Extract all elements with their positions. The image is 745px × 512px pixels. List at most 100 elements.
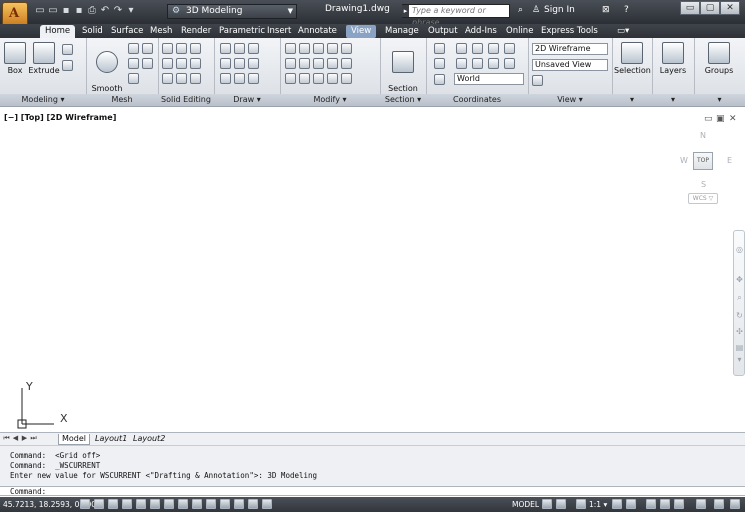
new-icon[interactable]: ▭	[35, 6, 45, 16]
ucs-view-icon[interactable]	[456, 58, 467, 69]
stretch-icon[interactable]	[341, 58, 352, 69]
trim-icon[interactable]	[327, 43, 338, 54]
thicken-icon[interactable]	[190, 58, 201, 69]
groups-button[interactable]: Groups	[698, 42, 740, 75]
snap-mode-icon[interactable]	[94, 499, 104, 509]
tab-express-tools[interactable]: Express Tools	[536, 25, 603, 38]
box-button[interactable]: Box	[2, 42, 28, 75]
mirror-icon[interactable]	[299, 73, 310, 84]
ucs-origin-icon[interactable]	[434, 58, 445, 69]
tab-manage[interactable]: Manage	[380, 25, 424, 38]
plot-icon[interactable]: ⎙	[87, 6, 97, 16]
tab-home[interactable]: Home	[40, 25, 76, 38]
extrude-button[interactable]: Extrude	[28, 42, 60, 75]
ucs-object-icon[interactable]	[504, 43, 515, 54]
annotation-visibility-icon[interactable]	[612, 499, 622, 509]
ortho-mode-icon[interactable]	[122, 499, 132, 509]
intersect-icon[interactable]	[190, 43, 201, 54]
3d-rotate-icon[interactable]	[313, 43, 324, 54]
close-button[interactable]: ✕	[720, 1, 740, 15]
redo-icon[interactable]: ↷	[113, 6, 123, 16]
tab-surface[interactable]: Surface	[106, 25, 148, 38]
construction-line-icon[interactable]	[234, 58, 245, 69]
imprint-icon[interactable]	[176, 73, 187, 84]
arc-icon[interactable]	[248, 43, 259, 54]
previous-layout-icon[interactable]: ◀	[12, 434, 19, 443]
zoom-icon[interactable]: ⌕	[735, 293, 744, 302]
join-icon[interactable]	[341, 73, 352, 84]
quick-properties-icon[interactable]	[248, 499, 258, 509]
viewport-config-icon[interactable]	[532, 75, 543, 86]
tab-render[interactable]: Render	[176, 25, 216, 38]
next-layout-icon[interactable]: ▶	[21, 434, 28, 443]
spline-icon[interactable]	[220, 58, 231, 69]
open-icon[interactable]: ▭	[48, 6, 58, 16]
infer-constraints-icon[interactable]	[80, 499, 90, 509]
polysolid-icon[interactable]	[62, 60, 73, 71]
selection-button[interactable]: Selection	[614, 42, 651, 75]
dynamic-input-icon[interactable]	[206, 499, 216, 509]
viewport-minimize-icon[interactable]: ▭	[704, 114, 713, 124]
offset-icon[interactable]	[327, 58, 338, 69]
command-line-input[interactable]: Command:	[0, 486, 745, 496]
quick-view-layouts-icon[interactable]	[542, 499, 552, 509]
compass-north[interactable]: N	[700, 131, 706, 140]
panel-title-modeling[interactable]: Modeling ▾	[0, 94, 86, 106]
showmotion-icon[interactable]: ✣	[735, 327, 744, 336]
minimize-button[interactable]: ▭	[680, 1, 700, 15]
separate-icon[interactable]	[190, 73, 201, 84]
status-bar-menu-icon[interactable]	[714, 499, 724, 509]
save-as-icon[interactable]: ▪	[74, 6, 84, 16]
3d-align-icon[interactable]	[299, 58, 310, 69]
explode-icon[interactable]	[313, 73, 324, 84]
panel-title-solid-editing[interactable]: Solid Editing ▾	[158, 94, 214, 116]
ucs-x-icon[interactable]	[472, 58, 483, 69]
mesh-refine-icon[interactable]	[142, 43, 153, 54]
navbar-menu-icon[interactable]: ▾	[735, 355, 744, 364]
panel-title-draw[interactable]: Draw ▾	[214, 94, 280, 106]
crease-icon[interactable]	[142, 58, 153, 69]
circle-icon[interactable]	[248, 58, 259, 69]
polyline-icon[interactable]	[234, 43, 245, 54]
ribbon-minimize-icon[interactable]: ▭▾	[612, 25, 634, 38]
tab-annotate[interactable]: Annotate	[293, 25, 342, 38]
isolate-objects-icon[interactable]	[696, 499, 706, 509]
panel-title-groups-expand[interactable]: ▾	[694, 94, 745, 106]
compass-south[interactable]: S	[701, 180, 706, 189]
ellipse-icon[interactable]	[248, 73, 259, 84]
panel-title-modify[interactable]: Modify ▾	[280, 94, 380, 106]
polar-tracking-icon[interactable]	[136, 499, 146, 509]
annotation-scale-icon[interactable]	[576, 499, 586, 509]
object-snap-tracking-icon[interactable]	[178, 499, 188, 509]
fillet-icon[interactable]	[341, 43, 352, 54]
search-toggle-icon[interactable]: ▸	[402, 5, 409, 17]
help-icon[interactable]: ?	[624, 5, 629, 15]
ucs-z-icon[interactable]	[504, 58, 515, 69]
ucs-previous-icon[interactable]	[472, 43, 483, 54]
workspace-switching-icon[interactable]	[646, 499, 656, 509]
navbar-settings-icon[interactable]: ▤	[735, 343, 744, 352]
smooth-object-button[interactable]: Smooth Object	[88, 42, 126, 102]
interfere-icon[interactable]	[162, 58, 173, 69]
tab-view[interactable]: View	[346, 25, 377, 38]
tab-online[interactable]: Online	[501, 25, 538, 38]
tab-mesh[interactable]: Mesh	[145, 25, 177, 38]
first-layout-icon[interactable]: ⏮	[3, 434, 10, 443]
viewport-controls-label[interactable]: [−] [Top] [2D Wireframe]	[4, 113, 116, 122]
panel-title-coordinates[interactable]: Coordinates	[426, 94, 528, 106]
3d-move-icon[interactable]	[299, 43, 310, 54]
hardware-acceleration-icon[interactable]	[674, 499, 684, 509]
save-icon[interactable]: ▪	[61, 6, 71, 16]
polygon-icon[interactable]	[220, 73, 231, 84]
panel-title-view[interactable]: View ▾	[528, 94, 612, 106]
subtract-icon[interactable]	[176, 43, 187, 54]
section-plane-button[interactable]: Section Plane	[384, 42, 422, 102]
erase-icon[interactable]	[285, 73, 296, 84]
3d-scale-icon[interactable]	[313, 58, 324, 69]
ucs-world-icon[interactable]	[456, 43, 467, 54]
binoculars-icon[interactable]: ⌕	[518, 5, 523, 15]
orbit-icon[interactable]: ↻	[735, 311, 744, 320]
line-icon[interactable]	[220, 43, 231, 54]
viewport-close-icon[interactable]: ✕	[729, 114, 737, 124]
array-icon[interactable]	[327, 73, 338, 84]
